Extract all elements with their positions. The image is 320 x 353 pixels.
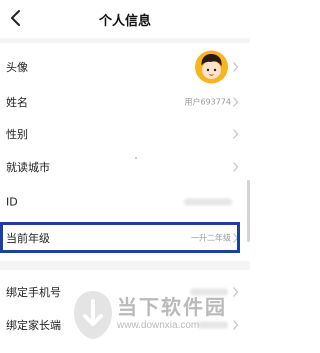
row-label-name: 姓名: [6, 96, 28, 109]
scrollbar[interactable]: [247, 180, 250, 242]
row-label-phone: 绑定手机号: [6, 286, 61, 299]
row-city[interactable]: 就读城市: [0, 151, 250, 183]
highlight-box: [0, 222, 240, 253]
row-value-id-redacted: [184, 198, 232, 206]
row-value-name: 用户693774: [184, 97, 231, 107]
header-divider: [0, 38, 250, 43]
avatar[interactable]: [195, 50, 228, 84]
watermark-url: www.downxia.com: [117, 320, 200, 331]
row-label-avatar: 头像: [6, 61, 28, 74]
row-value-parent-redacted: [198, 321, 228, 329]
section-divider: [0, 261, 250, 270]
chevron-right-icon: [233, 97, 239, 107]
chevron-right-icon: [233, 320, 239, 330]
nav-bar: 个人信息: [0, 0, 250, 38]
chevron-right-icon: [233, 287, 239, 297]
page-title: 个人信息: [98, 14, 151, 29]
row-label-parent: 绑定家长端: [6, 319, 61, 332]
row-label-gender: 性别: [6, 128, 28, 141]
row-id: ID: [0, 186, 250, 218]
watermark-logo-icon: [74, 291, 112, 339]
decorative-dot: [135, 157, 137, 159]
row-gender[interactable]: 性别: [0, 118, 250, 150]
chevron-right-icon: [233, 62, 239, 72]
watermark-title: 当下软件园: [117, 295, 227, 319]
row-label-id: ID: [6, 195, 18, 209]
chevron-right-icon: [233, 129, 239, 139]
row-avatar[interactable]: 头像: [0, 47, 250, 87]
row-label-city: 就读城市: [6, 161, 50, 174]
row-name[interactable]: 姓名 用户693774: [0, 86, 250, 118]
chevron-right-icon: [233, 162, 239, 172]
